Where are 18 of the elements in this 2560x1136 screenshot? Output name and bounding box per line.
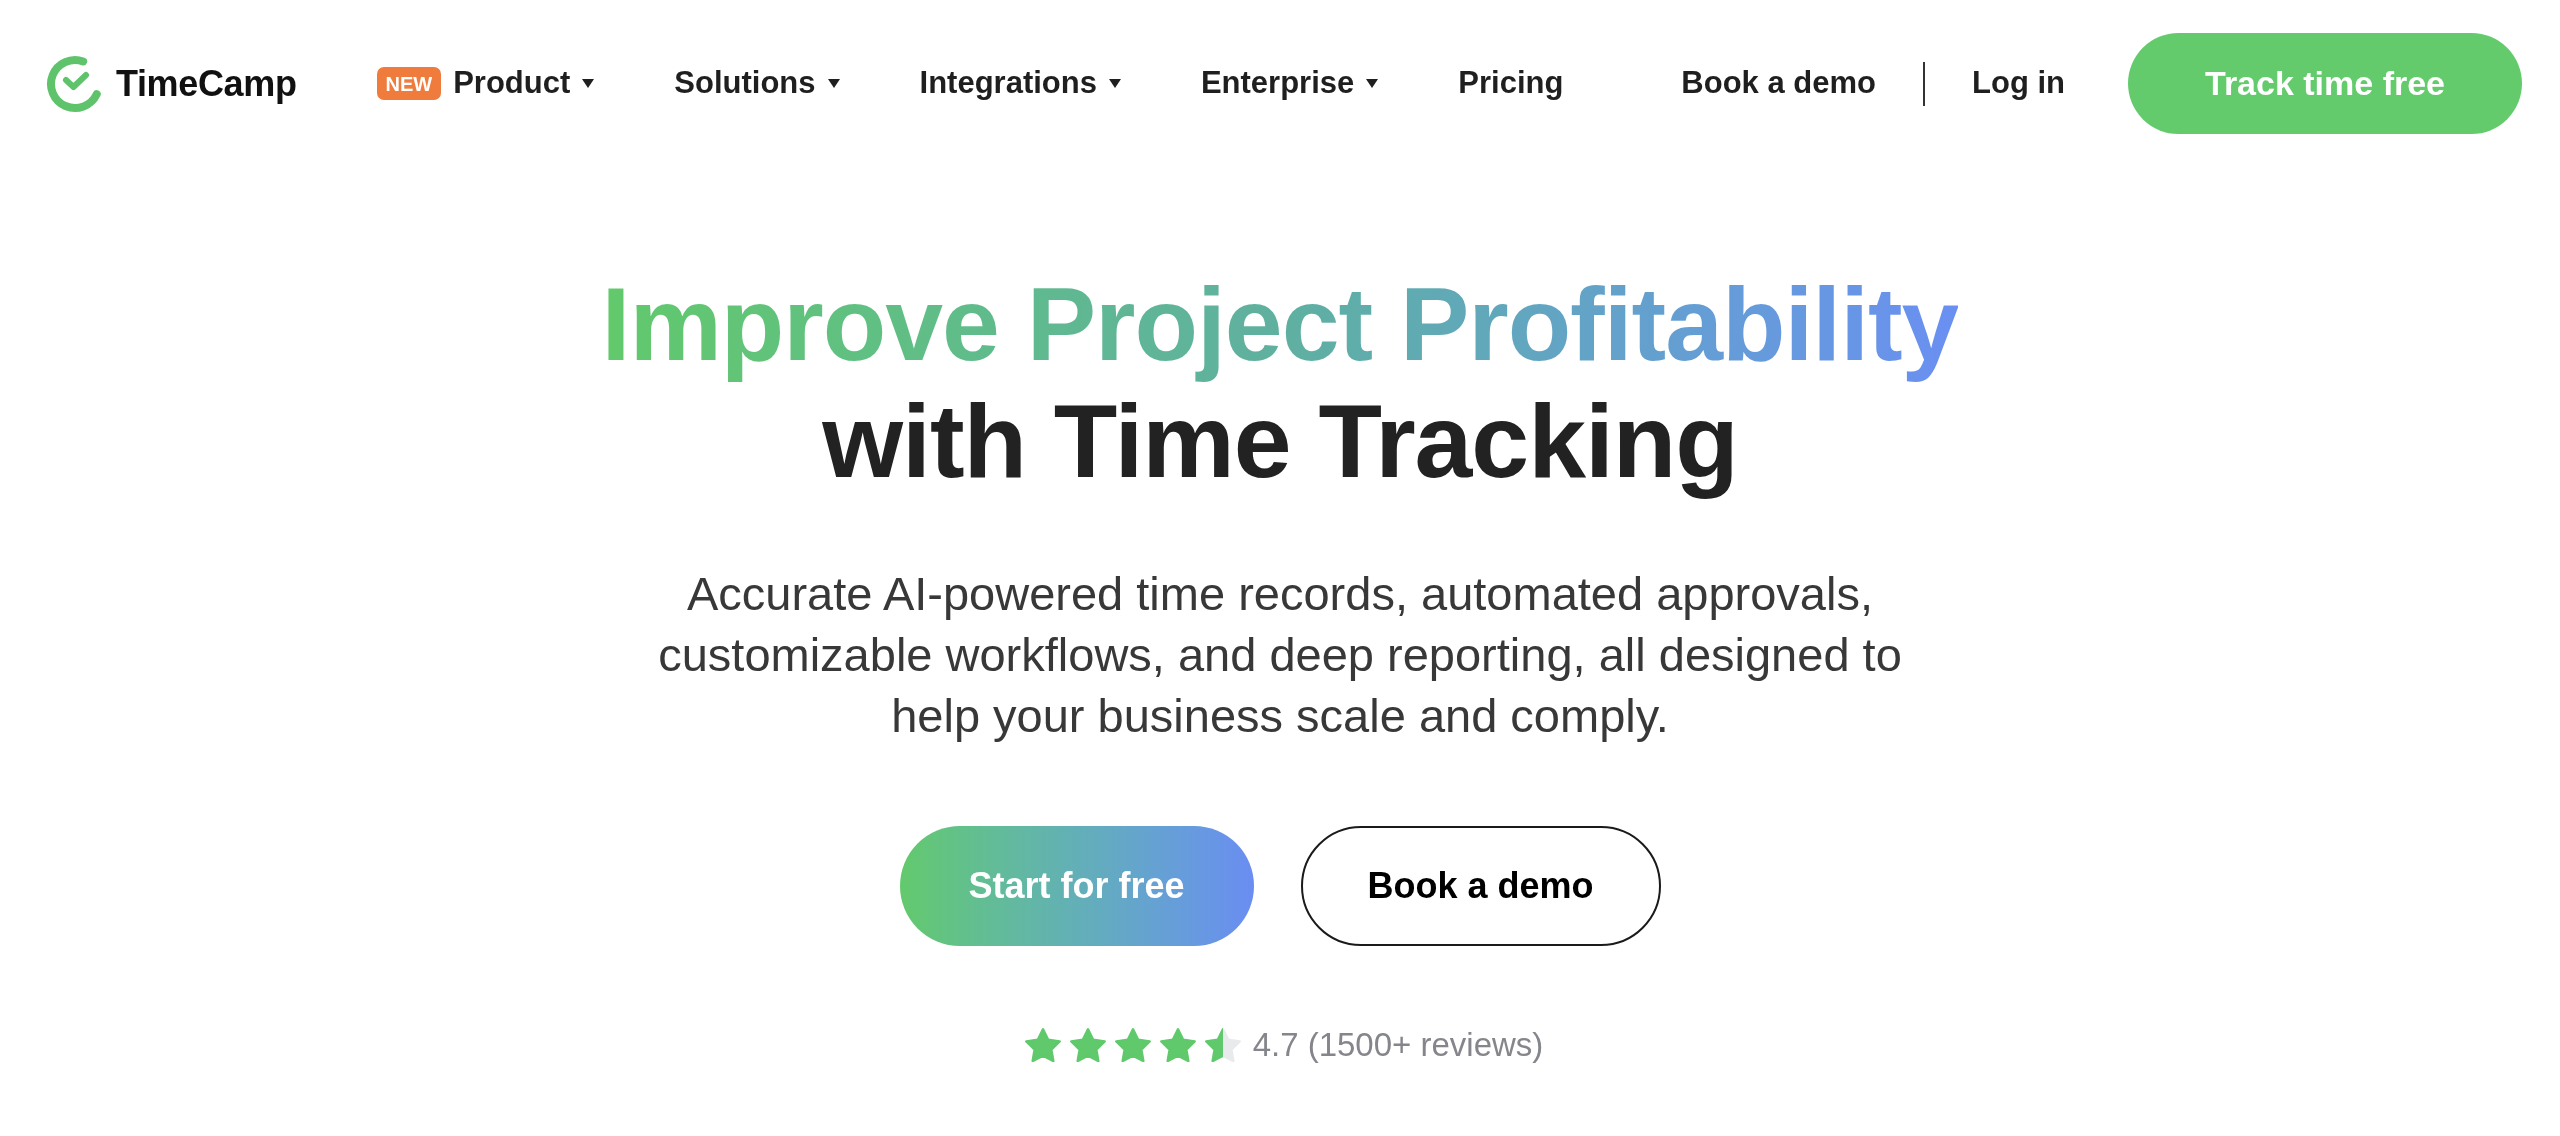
nav-dropdown[interactable]: Solutions — [674, 60, 840, 107]
star-icon — [1024, 1027, 1061, 1062]
nav-dropdown[interactable]: Enterprise — [1200, 60, 1379, 107]
nav-dropdown[interactable]: Integrations — [919, 60, 1121, 107]
header-link[interactable]: Log in — [1972, 60, 2065, 107]
nav-link[interactable]: Pricing — [1458, 60, 1564, 107]
half-star-icon — [1204, 1027, 1241, 1062]
nav-dropdown[interactable]: Product — [453, 60, 595, 107]
logo-text[interactable]: TimeCamp — [116, 56, 297, 111]
star-icon — [1069, 1027, 1106, 1062]
new-badge: NEW — [376, 67, 442, 100]
rating-text: 4.7 (1500+ reviews) — [1252, 1025, 1544, 1065]
star-icon — [1159, 1027, 1196, 1062]
hero-description: Accurate AI-powered time records, automated approvals, customizable workflows, and deep reporting, all designed to help your business scale and comply. — [657, 566, 1903, 744]
header-link[interactable]: Book a demo — [1681, 60, 1876, 107]
logo-icon[interactable] — [46, 54, 104, 113]
star-icon — [1114, 1027, 1151, 1062]
book-demo-button[interactable]: Book a demo — [1300, 826, 1661, 946]
